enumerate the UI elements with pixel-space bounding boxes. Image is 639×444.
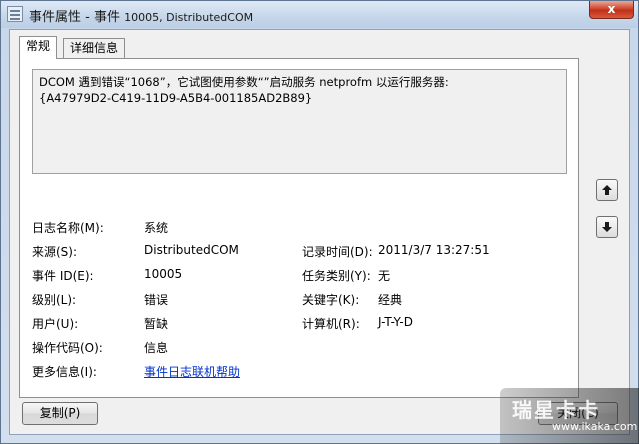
log-name-value: 系统 (144, 221, 169, 235)
keywords-value: 经典 (378, 293, 403, 307)
more-info-label: 更多信息(I): (32, 365, 97, 379)
opcode-value: 信息 (144, 341, 169, 355)
event-id-value: 10005 (144, 267, 183, 281)
next-event-button[interactable] (596, 216, 618, 238)
tab-details[interactable]: 详细信息 (63, 38, 126, 58)
user-label: 用户(U): (32, 317, 79, 331)
window-title: 事件属性 - 事件 10005, DistributedCOM (29, 6, 253, 25)
window-close-button[interactable]: x (589, 1, 634, 19)
general-tab-panel: DCOM 遇到错误“1068”，它试图使用参数“”启动服务 netprofm 以… (19, 58, 579, 398)
logged-value: 2011/3/7 13:27:51 (378, 243, 490, 257)
tab-general[interactable]: 常规 (19, 36, 58, 59)
window-title-main: 事件属性 - 事件 (29, 10, 120, 25)
source-label: 来源(S): (32, 245, 78, 259)
event-viewer-icon (7, 6, 23, 22)
arrow-down-icon (602, 222, 612, 232)
source-value: DistributedCOM (144, 243, 239, 257)
keywords-label: 关键字(K): (302, 293, 360, 307)
log-name-label: 日志名称(M): (32, 221, 104, 235)
event-properties-window: 事件属性 - 事件 10005, DistributedCOM x 常规 详细信… (0, 0, 639, 444)
task-category-value: 无 (378, 269, 391, 283)
event-id-label: 事件 ID(E): (32, 269, 94, 283)
computer-label: 计算机(R): (302, 317, 360, 331)
copy-button[interactable]: 复制(P) (22, 402, 98, 425)
task-category-label: 任务类别(Y): (302, 269, 371, 283)
window-title-sub: 10005, DistributedCOM (124, 11, 254, 24)
opcode-label: 操作代码(O): (32, 341, 103, 355)
logged-label: 记录时间(D): (302, 245, 373, 259)
close-button[interactable]: 关闭(C) (538, 402, 618, 425)
level-label: 级别(L): (32, 293, 77, 307)
event-log-online-help-link[interactable]: 事件日志联机帮助 (144, 363, 240, 380)
previous-event-button[interactable] (596, 179, 618, 201)
user-value: 暂缺 (144, 317, 169, 331)
level-value: 错误 (144, 293, 169, 307)
computer-value: J-T-Y-D (378, 315, 413, 329)
dialog-client-area: 常规 详细信息 DCOM 遇到错误“1068”，它试图使用参数“”启动服务 ne… (9, 29, 630, 435)
event-description[interactable]: DCOM 遇到错误“1068”，它试图使用参数“”启动服务 netprofm 以… (32, 69, 567, 174)
arrow-up-icon (602, 185, 612, 195)
title-bar[interactable]: 事件属性 - 事件 10005, DistributedCOM x (1, 1, 638, 28)
